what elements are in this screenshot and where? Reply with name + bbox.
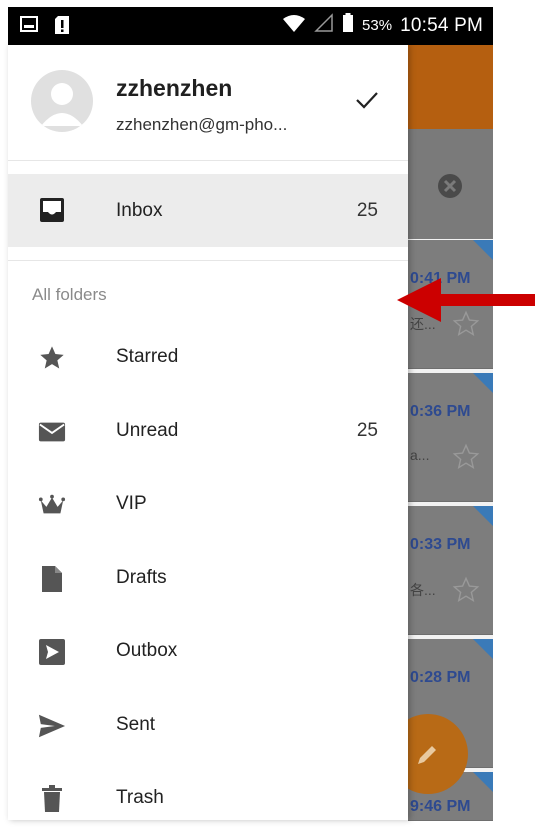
folder-vip[interactable]: VIP [8, 475, 408, 535]
sim-alert-icon [54, 15, 70, 40]
annotation-arrow-icon [397, 278, 535, 327]
account-header[interactable]: zzhenzhen zzhenzhen@gm-pho... [8, 45, 408, 161]
folder-label: Unread [116, 420, 179, 441]
folder-unread[interactable]: Unread 25 [8, 402, 408, 462]
folder-label: Outbox [116, 640, 178, 661]
star-outline-icon[interactable] [452, 576, 480, 609]
envelope-icon [38, 418, 66, 446]
compose-button[interactable] [408, 714, 468, 794]
battery-icon [342, 13, 354, 38]
clock: 10:54 PM [400, 14, 483, 36]
cell-signal-icon [314, 13, 334, 38]
folder-inbox[interactable]: Inbox 25 [8, 174, 408, 247]
folder-sent[interactable]: Sent [8, 696, 408, 756]
background-mail-item[interactable]: 0:33 PM 各... [408, 506, 493, 635]
divider [8, 260, 408, 261]
navigation-drawer: zzhenzhen zzhenzhen@gm-pho... Inbox 25 A… [8, 45, 408, 820]
account-email: zzhenzhen@gm-pho... [116, 115, 288, 134]
folder-label: VIP [116, 493, 147, 514]
battery-percent: 53% [362, 17, 393, 34]
folder-count: 25 [356, 420, 378, 441]
status-bar: 53% 10:54 PM [8, 7, 493, 45]
check-icon [355, 90, 379, 115]
account-name: zzhenzhen [116, 75, 233, 101]
folder-count: 25 [356, 200, 378, 221]
folder-label: Trash [116, 787, 164, 808]
close-icon[interactable] [436, 172, 464, 200]
star-outline-icon[interactable] [452, 443, 480, 476]
folder-label: Drafts [116, 567, 167, 588]
folder-outbox[interactable]: Outbox [8, 622, 408, 682]
trash-icon [38, 785, 66, 813]
background-toolbar [408, 45, 493, 129]
image-notification-icon [20, 15, 38, 40]
outbox-icon [38, 638, 66, 666]
wifi-icon [282, 13, 306, 38]
folder-label: Starred [116, 346, 179, 367]
background-mail-item[interactable]: 0:36 PM a... [408, 373, 493, 502]
folder-starred[interactable]: Starred [8, 328, 408, 388]
star-icon [38, 344, 66, 372]
folder-label: Sent [116, 714, 156, 735]
crown-icon [38, 491, 66, 519]
send-icon [38, 712, 66, 740]
section-title: All folders [32, 285, 107, 304]
folder-label: Inbox [116, 200, 163, 221]
folder-trash[interactable]: Trash [8, 769, 408, 829]
avatar [31, 70, 93, 132]
inbox-icon [38, 196, 66, 224]
document-icon [38, 565, 66, 593]
folder-drafts[interactable]: Drafts [8, 549, 408, 609]
